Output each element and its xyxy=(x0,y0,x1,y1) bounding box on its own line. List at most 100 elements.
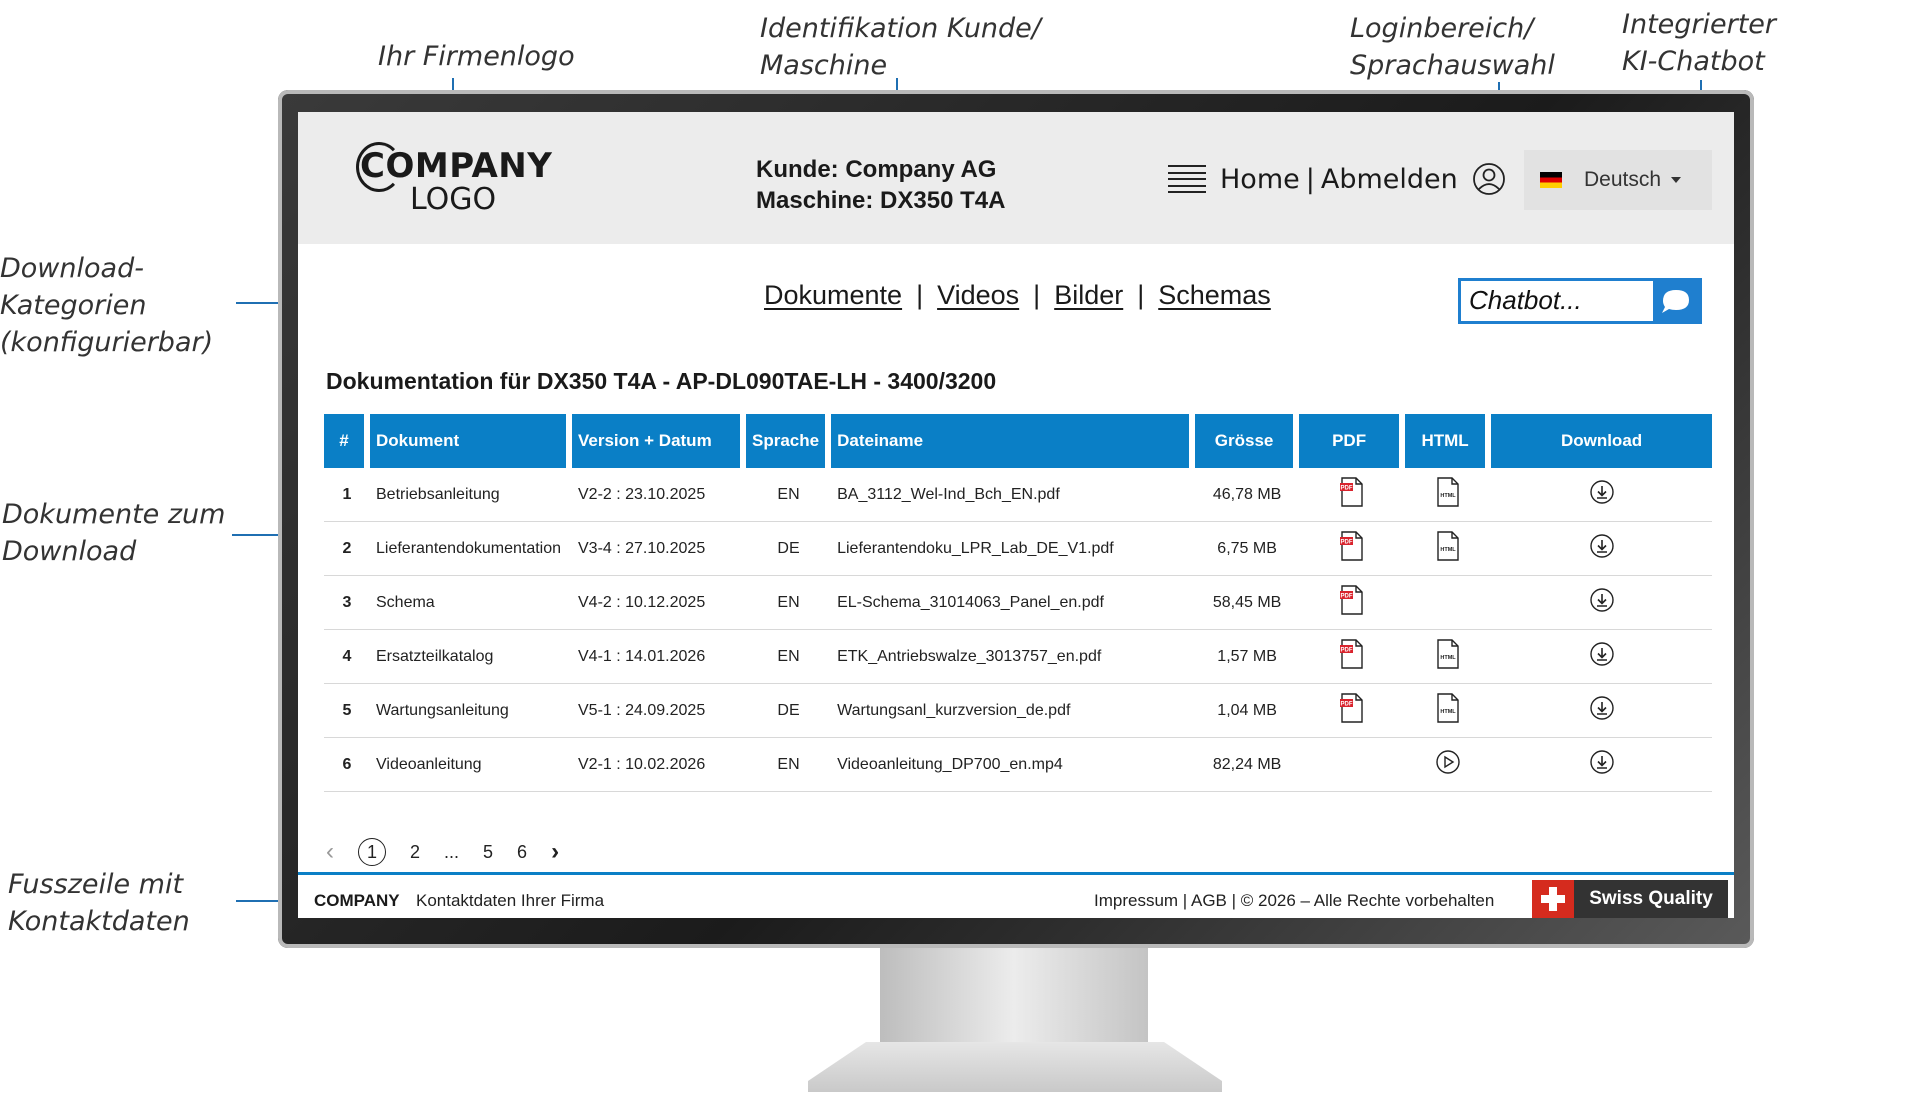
row-document-name: Ersatzteilkatalog xyxy=(370,630,572,684)
table-row[interactable]: 2 Lieferantendokumentation V3-4 : 27.10.20… xyxy=(324,522,1712,576)
row-html-cell: HTML xyxy=(1405,684,1492,738)
documentation-title: Dokumentation für DX350 T4A - AP-DL090TA… xyxy=(326,368,997,394)
user-icon[interactable] xyxy=(1472,162,1506,196)
download-icon[interactable] xyxy=(1589,479,1615,510)
pager-page-current[interactable]: 1 xyxy=(358,838,386,866)
company-logo[interactable]: COMPANY LOGO xyxy=(356,142,560,217)
row-download-cell xyxy=(1491,684,1712,738)
svg-text:PDF: PDF xyxy=(1341,540,1353,546)
row-download-cell xyxy=(1491,576,1712,630)
row-download-cell xyxy=(1491,630,1712,684)
pdf-file-icon[interactable]: PDF xyxy=(1339,477,1365,512)
column-header-number[interactable]: # xyxy=(324,414,370,468)
column-header-language[interactable]: Sprache xyxy=(746,414,832,468)
row-filename: BA_3112_Wel-Ind_Bch_EN.pdf xyxy=(831,468,1196,522)
row-file-size: 6,75 MB xyxy=(1195,522,1300,576)
svg-text:PDF: PDF xyxy=(1341,702,1353,708)
column-header-pdf[interactable]: PDF xyxy=(1299,414,1406,468)
column-header-size[interactable]: Grösse xyxy=(1195,414,1300,468)
pdf-file-icon[interactable]: PDF xyxy=(1339,693,1365,728)
row-filename: Lieferantendoku_LPR_Lab_DE_V1.pdf xyxy=(831,522,1196,576)
menu-icon[interactable] xyxy=(1168,165,1206,193)
row-number: 1 xyxy=(324,468,370,522)
monitor-neck xyxy=(880,948,1148,1042)
column-header-filename[interactable]: Dateiname xyxy=(831,414,1196,468)
download-categories: Dokumente | Videos | Bilder | Schemas xyxy=(764,280,1271,311)
svg-text:HTML: HTML xyxy=(1440,709,1456,715)
row-language: DE xyxy=(746,522,832,576)
chevron-down-icon xyxy=(1671,177,1682,183)
annotation-footer: Fusszeile mit Kontaktdaten xyxy=(8,869,190,937)
row-language: EN xyxy=(746,468,832,522)
row-html-cell: HTML xyxy=(1405,468,1492,522)
pdf-file-icon[interactable]: PDF xyxy=(1339,585,1365,620)
svg-text:HTML: HTML xyxy=(1440,493,1456,499)
nav-home-link[interactable]: Home xyxy=(1220,164,1300,195)
row-file-size: 58,45 MB xyxy=(1195,576,1300,630)
row-document-name: Videoanleitung xyxy=(370,738,572,792)
row-version-date: V2-1 : 10.02.2026 xyxy=(572,738,746,792)
row-version-date: V2-2 : 23.10.2025 xyxy=(572,468,746,522)
column-header-html[interactable]: HTML xyxy=(1405,414,1492,468)
category-dokumente[interactable]: Dokumente xyxy=(764,280,902,311)
svg-text:HTML: HTML xyxy=(1440,547,1456,553)
table-row[interactable]: 6 Videoanleitung V2-1 : 10.02.2026 EN Videoa… xyxy=(324,738,1712,792)
logo-line1: COMPANY xyxy=(360,146,553,186)
download-icon[interactable] xyxy=(1589,695,1615,726)
pdf-file-icon[interactable]: PDF xyxy=(1339,531,1365,566)
download-icon[interactable] xyxy=(1589,587,1615,618)
row-pdf-cell: PDF xyxy=(1299,684,1406,738)
row-pdf-cell: PDF xyxy=(1299,468,1406,522)
svg-text:PDF: PDF xyxy=(1341,486,1353,492)
pager-page-2[interactable]: 2 xyxy=(410,842,420,863)
row-filename: Videoanleitung_DP700_en.mp4 xyxy=(831,738,1196,792)
swiss-quality-label: Swiss Quality xyxy=(1574,880,1728,918)
annotation-categories: Download- Kategorien (konfigurierbar) xyxy=(0,253,214,358)
row-number: 3 xyxy=(324,576,370,630)
chatbot-input[interactable]: Chatbot... xyxy=(1458,278,1702,324)
table-header-row: # Dokument Version + Datum Sprache Datei… xyxy=(324,414,1712,468)
category-bilder[interactable]: Bilder xyxy=(1054,280,1123,311)
row-number: 5 xyxy=(324,684,370,738)
chat-bubble-icon xyxy=(1662,290,1689,313)
column-header-download[interactable]: Download xyxy=(1491,414,1712,468)
pdf-file-icon[interactable]: PDF xyxy=(1339,639,1365,674)
pager-prev-button[interactable]: ‹ xyxy=(326,838,334,866)
row-version-date: V5-1 : 24.09.2025 xyxy=(572,684,746,738)
chatbot-placeholder: Chatbot... xyxy=(1469,285,1582,315)
site-header: COMPANY LOGO Kunde: Company AG Maschine:… xyxy=(298,112,1734,244)
row-file-size: 1,57 MB xyxy=(1195,630,1300,684)
swiss-cross-icon xyxy=(1532,880,1574,918)
download-icon[interactable] xyxy=(1589,641,1615,672)
row-html-cell xyxy=(1405,738,1492,792)
category-schemas[interactable]: Schemas xyxy=(1158,280,1271,311)
pager-page-6[interactable]: 6 xyxy=(517,842,527,863)
row-filename: ETK_Antriebswalze_3013757_en.pdf xyxy=(831,630,1196,684)
table-row[interactable]: 5 Wartungsanleitung V5-1 : 24.09.2025 DE War… xyxy=(324,684,1712,738)
pager-page-5[interactable]: 5 xyxy=(483,842,493,863)
table-row[interactable]: 4 Ersatzteilkatalog V4-1 : 14.01.2026 EN ETK… xyxy=(324,630,1712,684)
footer-company: COMPANY xyxy=(314,891,400,910)
play-icon[interactable] xyxy=(1435,749,1461,780)
row-file-size: 82,24 MB xyxy=(1195,738,1300,792)
pager-next-button[interactable]: › xyxy=(551,838,559,866)
download-icon[interactable] xyxy=(1589,533,1615,564)
html-file-icon[interactable]: HTML xyxy=(1436,477,1460,512)
language-selector[interactable]: Deutsch xyxy=(1524,150,1712,210)
row-language: EN xyxy=(746,738,832,792)
row-filename: EL-Schema_31014063_Panel_en.pdf xyxy=(831,576,1196,630)
category-videos[interactable]: Videos xyxy=(937,280,1019,311)
html-file-icon[interactable]: HTML xyxy=(1436,639,1460,674)
html-file-icon[interactable]: HTML xyxy=(1436,693,1460,728)
download-icon[interactable] xyxy=(1589,749,1615,780)
table-row[interactable]: 1 Betriebsanleitung V2-2 : 23.10.2025 EN BA_… xyxy=(324,468,1712,522)
nav-logout-link[interactable]: Abmelden xyxy=(1321,164,1458,195)
chatbot-button[interactable] xyxy=(1653,281,1699,321)
footer-links[interactable]: Impressum | AGB | © 2026 – Alle Rechte v… xyxy=(1094,891,1494,911)
html-file-icon[interactable]: HTML xyxy=(1436,531,1460,566)
language-label: Deutsch xyxy=(1584,168,1662,191)
table-row[interactable]: 3 Schema V4-2 : 10.12.2025 EN EL-Schema_3101… xyxy=(324,576,1712,630)
column-header-document[interactable]: Dokument xyxy=(370,414,572,468)
column-header-version[interactable]: Version + Datum xyxy=(572,414,746,468)
monitor-foot xyxy=(808,1042,1222,1092)
